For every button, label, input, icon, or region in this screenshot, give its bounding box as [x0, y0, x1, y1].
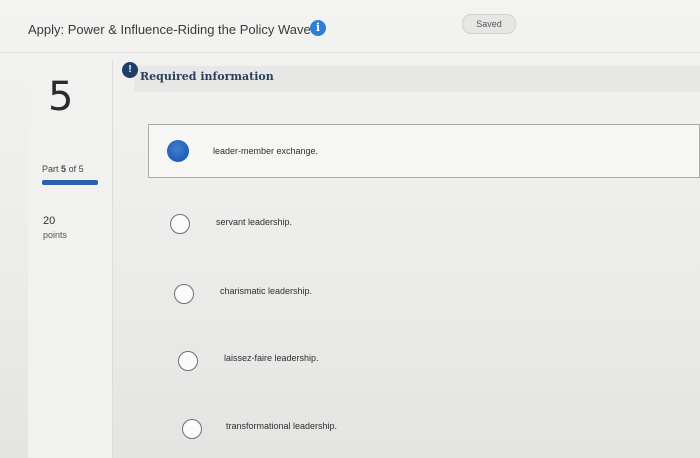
- alert-icon: !: [122, 62, 138, 78]
- points-value: 20: [43, 215, 56, 227]
- answer-option-label: transformational leadership.: [226, 421, 338, 431]
- answer-option-label: charismatic leadership.: [220, 286, 313, 296]
- part-total: of 5: [68, 164, 84, 174]
- header-divider: [0, 52, 700, 53]
- answer-option-3[interactable]: charismatic leadership.: [164, 274, 564, 314]
- radio-empty-icon[interactable]: [174, 284, 194, 304]
- radio-empty-icon[interactable]: [178, 351, 198, 371]
- answer-option-4[interactable]: laissez-faire leadership.: [168, 342, 568, 382]
- info-icon[interactable]: i: [310, 20, 326, 36]
- part-indicator: Part 5 of 5: [42, 164, 84, 174]
- part-prefix: Part: [42, 164, 59, 174]
- part-current: 5: [61, 164, 67, 174]
- part-progress-bar: [42, 180, 98, 185]
- points-label: points: [43, 230, 68, 240]
- answer-option-label: servant leadership.: [216, 217, 293, 227]
- page-title: Apply: Power & Influence-Riding the Poli…: [28, 22, 311, 37]
- radio-empty-icon[interactable]: [170, 214, 190, 234]
- saved-status-badge: Saved: [462, 14, 516, 34]
- required-info-label[interactable]: Required information: [140, 70, 274, 83]
- answer-option-1[interactable]: leader-member exchange.: [148, 124, 700, 178]
- part-progress-fill: [42, 180, 98, 185]
- answer-option-label: leader-member exchange.: [213, 146, 319, 156]
- answer-option-label: laissez-faire leadership.: [224, 353, 319, 363]
- question-number: 5: [48, 74, 74, 120]
- radio-empty-icon[interactable]: [182, 419, 202, 439]
- radio-selected-icon[interactable]: [167, 140, 189, 162]
- answer-option-5[interactable]: transformational leadership.: [172, 410, 572, 450]
- answer-option-2[interactable]: servant leadership.: [160, 204, 560, 244]
